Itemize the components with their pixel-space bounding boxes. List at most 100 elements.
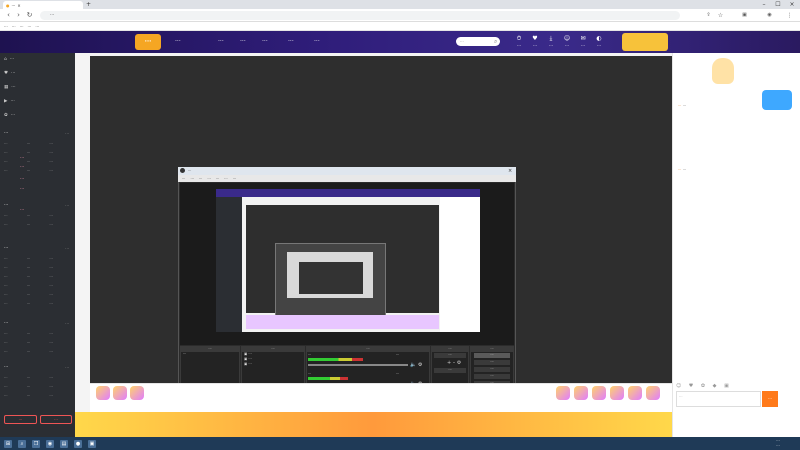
- category-link[interactable]: ···: [27, 331, 50, 336]
- sidebar-button-left[interactable]: ···: [4, 415, 37, 424]
- category-link[interactable]: ···: [49, 265, 72, 270]
- app-taskbar-icon[interactable]: ▣: [88, 439, 96, 448]
- task-view-icon[interactable]: ❐: [32, 439, 40, 448]
- category-link[interactable]: ···: [4, 256, 27, 261]
- category-link[interactable]: ···: [49, 393, 72, 398]
- gift-icon[interactable]: [113, 386, 127, 400]
- category-link[interactable]: ···: [49, 213, 72, 218]
- gift-icon[interactable]: [592, 386, 606, 400]
- obs-taskbar-icon[interactable]: ●: [74, 439, 82, 448]
- profile-icon[interactable]: ◉: [765, 11, 774, 20]
- nav-link[interactable]: ···: [240, 38, 246, 45]
- header-avatar[interactable]: ◐ ···: [592, 35, 606, 48]
- category-link[interactable]: ···: [27, 141, 50, 146]
- gift-icon[interactable]: [646, 386, 660, 400]
- maximize-icon[interactable]: ☐: [771, 0, 785, 9]
- nav-link[interactable]: ···: [175, 38, 181, 45]
- chat-input[interactable]: ···: [676, 391, 761, 407]
- category-link[interactable]: ···: [4, 274, 27, 279]
- obs-studio-mode-button[interactable]: ···: [474, 367, 510, 372]
- category-link[interactable]: ···: [4, 150, 27, 155]
- start-menu-icon[interactable]: ⊞: [4, 439, 12, 448]
- obs-menu-item[interactable]: ···: [199, 177, 202, 181]
- header-user[interactable]: ☺ ···: [560, 35, 574, 48]
- gift-icon[interactable]: [556, 386, 570, 400]
- category-link[interactable]: ···: [49, 349, 72, 354]
- nav-link[interactable]: ···: [262, 38, 268, 45]
- category-link[interactable]: ···: [27, 159, 50, 164]
- header-message[interactable]: ✉ ···: [576, 35, 590, 48]
- obs-volume-slider[interactable]: [308, 364, 408, 366]
- category-link[interactable]: ···: [27, 256, 50, 261]
- site-logo[interactable]: ···: [135, 34, 161, 50]
- category-link[interactable]: ···: [27, 274, 50, 279]
- obs-menu-item[interactable]: ···: [207, 177, 210, 181]
- taskbar-clock[interactable]: ··· ···: [760, 438, 796, 448]
- browser-tab[interactable]: ● ··· ×: [3, 1, 83, 9]
- category-link[interactable]: ···: [49, 150, 72, 155]
- category-link[interactable]: ···: [27, 375, 50, 380]
- category-link[interactable]: ···: [4, 301, 27, 306]
- chat-username[interactable]: ···: [678, 168, 681, 172]
- obs-source-item[interactable]: ▣ ···: [242, 362, 304, 367]
- sidebar-button-right[interactable]: ···: [40, 415, 72, 424]
- category-link[interactable]: ···: [49, 141, 72, 146]
- sidebar-section-more[interactable]: ···: [65, 365, 69, 370]
- obs-menu-item[interactable]: ···: [216, 177, 219, 181]
- browser-menu-icon[interactable]: ⋮: [785, 11, 794, 20]
- category-link[interactable]: ···: [4, 331, 27, 336]
- file-explorer-icon[interactable]: ▤: [60, 439, 68, 448]
- close-window-icon[interactable]: ×: [785, 0, 799, 9]
- extensions-icon[interactable]: ▣: [740, 11, 749, 20]
- gift-icon[interactable]: [610, 386, 624, 400]
- minimize-icon[interactable]: –: [757, 0, 771, 9]
- sidebar-item[interactable]: ▶ ···: [4, 99, 15, 104]
- search-icon[interactable]: ⌕: [494, 37, 497, 46]
- obs-scene-item[interactable]: ···: [181, 352, 239, 357]
- category-link[interactable]: ···: [4, 265, 27, 270]
- bookmark-star-icon[interactable]: ☆: [716, 11, 725, 20]
- gift-icon[interactable]: [574, 386, 588, 400]
- header-banner-badge[interactable]: [622, 33, 668, 51]
- sidebar-section-more[interactable]: ···: [65, 246, 69, 251]
- obs-duration-input[interactable]: ···: [434, 368, 466, 373]
- reload-icon[interactable]: ↻: [25, 11, 34, 20]
- category-link[interactable]: ···: [4, 141, 27, 146]
- category-link[interactable]: ···: [27, 340, 50, 345]
- category-link[interactable]: ···: [27, 222, 50, 227]
- category-link[interactable]: ···: [49, 384, 72, 389]
- promo-banner[interactable]: [75, 412, 672, 437]
- gear-icon[interactable]: ⚙: [418, 362, 422, 368]
- category-link[interactable]: ···: [49, 222, 72, 227]
- bookmark-item[interactable]: ···: [12, 24, 16, 29]
- obs-menu-item[interactable]: ···: [182, 177, 185, 181]
- share-icon[interactable]: ⇪: [704, 11, 713, 20]
- header-follow[interactable]: ♥ ···: [528, 35, 542, 48]
- category-link[interactable]: ···: [4, 340, 27, 345]
- category-link[interactable]: ···: [49, 159, 72, 164]
- send-button[interactable]: ···: [762, 391, 778, 407]
- obs-menu-item[interactable]: ···: [224, 177, 227, 181]
- obs-settings-button[interactable]: ···: [474, 374, 510, 379]
- obs-start-streaming-button[interactable]: ···: [474, 353, 510, 358]
- nav-link[interactable]: ···: [218, 38, 224, 45]
- category-link[interactable]: ···: [49, 256, 72, 261]
- category-link[interactable]: ···: [27, 213, 50, 218]
- bookmark-item[interactable]: ···: [27, 24, 31, 29]
- category-link[interactable]: ···: [49, 340, 72, 345]
- category-link[interactable]: ···: [49, 331, 72, 336]
- category-link[interactable]: ···: [4, 292, 27, 297]
- category-link[interactable]: ···: [4, 384, 27, 389]
- category-link[interactable]: ···: [27, 168, 50, 173]
- bookmark-item[interactable]: ···: [4, 24, 8, 29]
- header-history[interactable]: ⏱ ···: [512, 35, 526, 48]
- nav-link[interactable]: ···: [314, 38, 320, 45]
- speaker-icon[interactable]: 🔈: [410, 362, 416, 368]
- category-link[interactable]: ···: [4, 393, 27, 398]
- category-link[interactable]: ···: [4, 222, 27, 227]
- bookmark-item[interactable]: ···: [20, 24, 24, 29]
- sidebar-item[interactable]: ✿ ···: [4, 113, 15, 118]
- category-link[interactable]: ···: [49, 375, 72, 380]
- sidebar-item[interactable]: ▦ ···: [4, 85, 16, 90]
- category-link[interactable]: ···: [27, 283, 50, 288]
